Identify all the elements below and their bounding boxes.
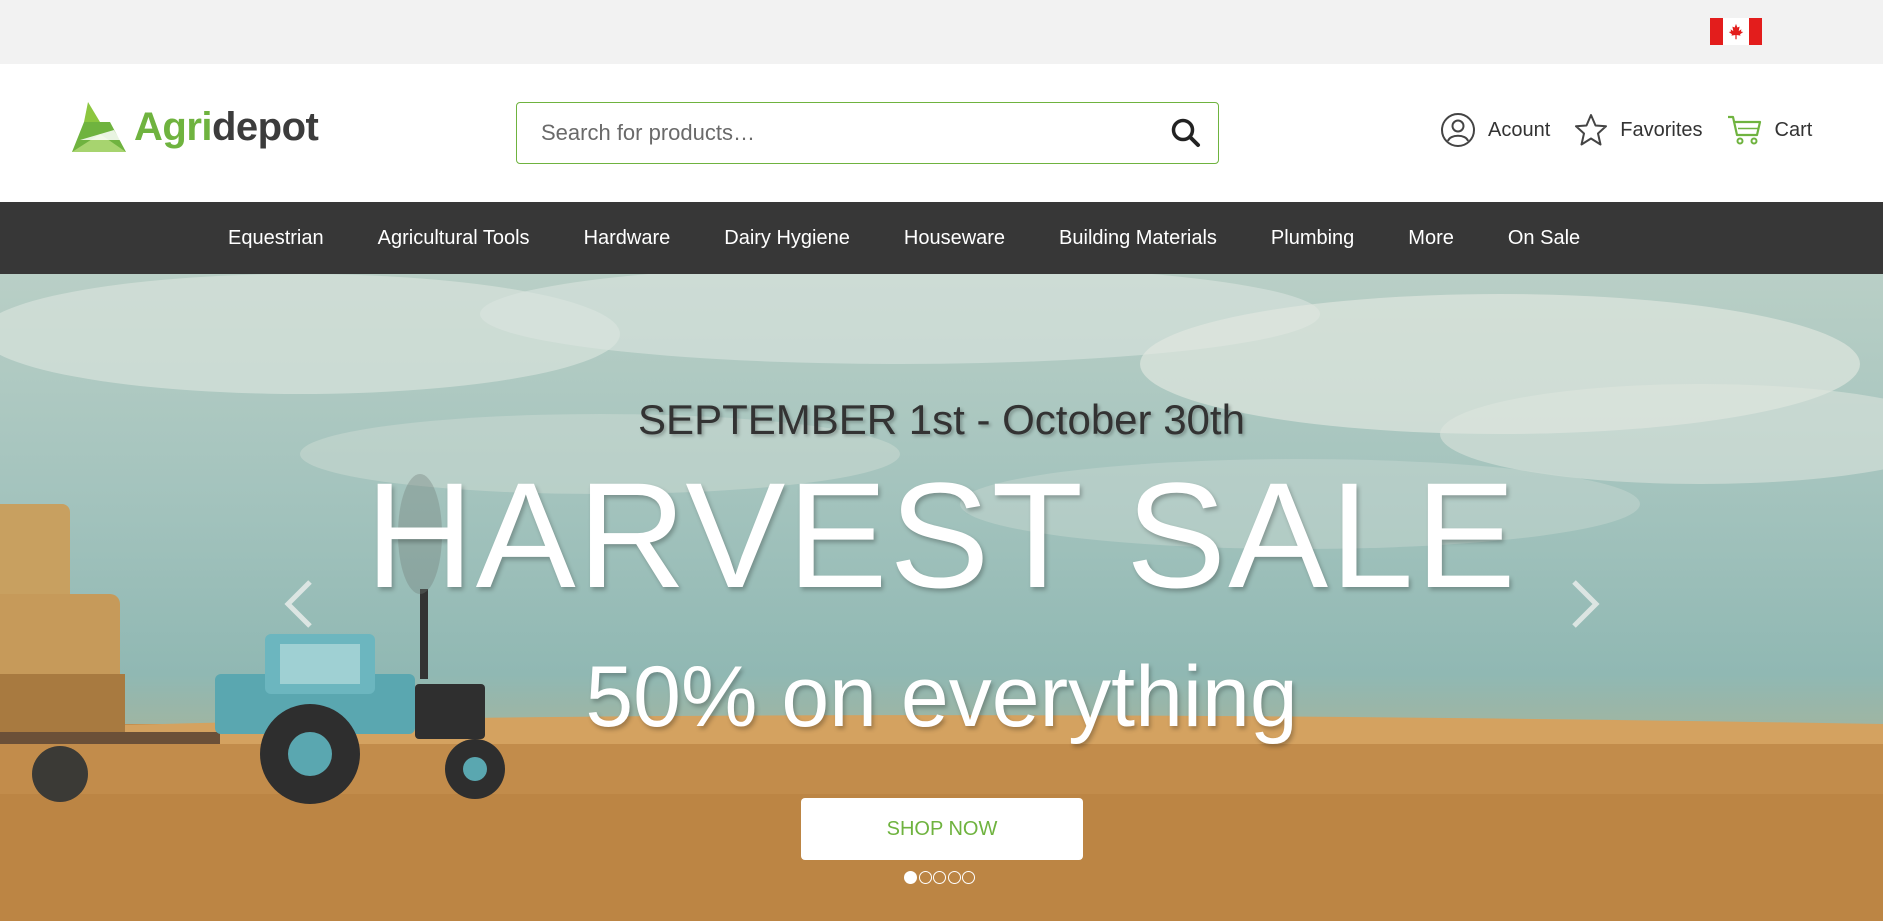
favorites-link[interactable]: Favorites	[1574, 113, 1703, 147]
nav-item-agricultural-tools[interactable]: Agricultural Tools	[351, 227, 557, 250]
star-icon	[1575, 114, 1608, 146]
carousel-dot-3[interactable]	[933, 871, 946, 884]
search-icon[interactable]	[1170, 117, 1202, 149]
carousel-dot-5[interactable]	[962, 871, 975, 884]
cart-icon	[1727, 115, 1761, 145]
header-links: Acount Favorites Cart	[1440, 112, 1812, 148]
logo-text-depot: depot	[212, 104, 319, 149]
sale-date-range: SEPTEMBER 1st - October 30th	[638, 396, 1245, 443]
user-icon	[1441, 113, 1475, 147]
account-link[interactable]: Acount	[1440, 112, 1550, 148]
chevron-left-icon[interactable]	[280, 574, 320, 634]
carousel-dot-4[interactable]	[947, 871, 961, 884]
nav-item-building-materials[interactable]: Building Materials	[1032, 227, 1244, 250]
nav-item-more[interactable]: More	[1381, 227, 1481, 250]
carousel-dots	[904, 871, 977, 884]
favorites-label: Favorites	[1620, 118, 1703, 141]
top-bar	[0, 0, 1883, 64]
logo-text-agri: Agri	[134, 104, 213, 149]
nav-item-hardware[interactable]: Hardware	[557, 227, 698, 250]
search-input[interactable]	[517, 103, 1157, 163]
logo-mark-icon	[72, 102, 126, 152]
chevron-right-icon[interactable]	[1564, 574, 1604, 634]
nav-item-on-sale[interactable]: On Sale	[1481, 227, 1607, 250]
hero-banner: SEPTEMBER 1st - October 30th HARVEST SAL…	[0, 274, 1883, 921]
carousel-dot-2[interactable]	[918, 871, 932, 884]
search-box	[516, 102, 1219, 164]
site-header: Agridepot Acount Favorites	[0, 64, 1883, 202]
nav-item-equestrian[interactable]: Equestrian	[201, 227, 351, 250]
agridepot-logo[interactable]: Agridepot	[70, 100, 319, 154]
canada-flag-icon[interactable]	[1710, 18, 1762, 45]
nav-item-houseware[interactable]: Houseware	[877, 227, 1032, 250]
hero-subtitle: 50% on everything	[585, 649, 1298, 745]
nav-item-plumbing[interactable]: Plumbing	[1244, 227, 1381, 250]
shop-now-button[interactable]: SHOP NOW	[801, 798, 1083, 860]
account-label: Acount	[1488, 118, 1551, 141]
nav-item-dairy-hygiene[interactable]: Dairy Hygiene	[697, 227, 877, 250]
cart-label: Cart	[1774, 118, 1813, 141]
main-nav: Equestrian Agricultural Tools Hardware D…	[0, 202, 1883, 274]
carousel-dot-1[interactable]	[904, 871, 917, 884]
cart-link[interactable]: Cart	[1727, 114, 1813, 146]
